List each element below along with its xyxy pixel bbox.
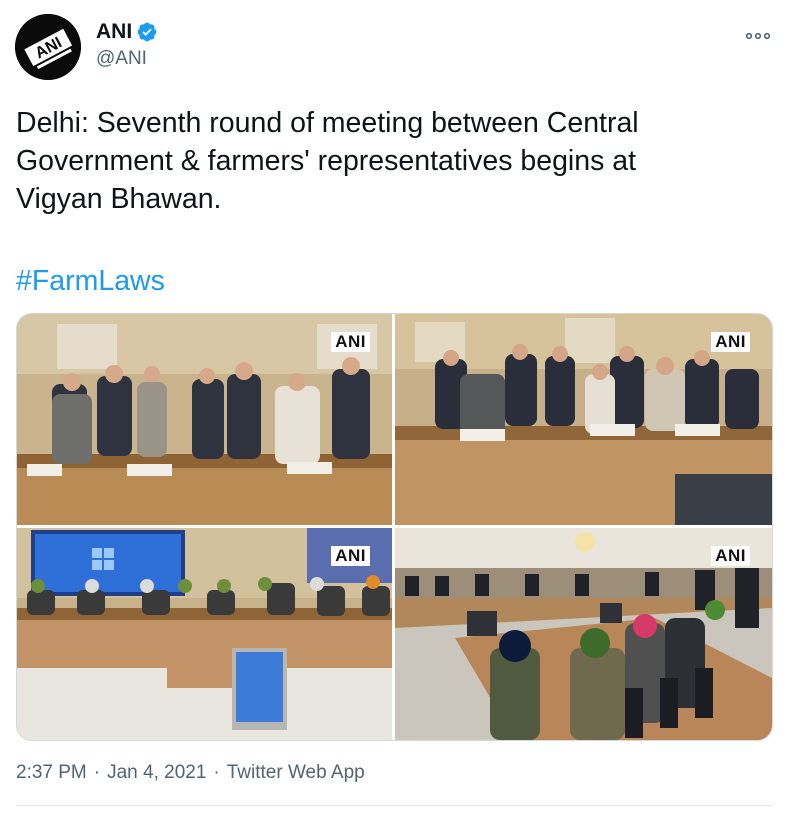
author-name[interactable]: ANI <box>96 20 132 44</box>
tweet-text: Delhi: Seventh round of meeting between … <box>16 107 639 215</box>
ani-logo: ANI <box>15 14 81 80</box>
ani-watermark: ANI <box>711 332 750 352</box>
ani-watermark: ANI <box>331 546 370 566</box>
tweet-meta: 2:37 PM · Jan 4, 2021 · Twitter Web App <box>16 762 365 784</box>
tweet-source[interactable]: Twitter Web App <box>227 762 365 784</box>
author-name-row[interactable]: ANI <box>96 20 158 44</box>
photo-4[interactable]: ANI <box>395 528 772 740</box>
author-handle[interactable]: @ANI <box>96 48 147 70</box>
ani-watermark: ANI <box>331 332 370 352</box>
divider <box>16 805 772 806</box>
hashtag-link[interactable]: #FarmLaws <box>16 262 165 300</box>
verified-icon <box>136 21 158 43</box>
meta-separator: · <box>93 762 101 783</box>
media-grid: ANI ANI ANI ANI <box>16 313 773 741</box>
meta-separator: · <box>213 762 220 783</box>
photo-1[interactable]: ANI <box>17 314 392 525</box>
tweet-date[interactable]: Jan 4, 2021 <box>107 762 206 784</box>
photo-3[interactable]: ANI <box>17 528 392 740</box>
tweet-time[interactable]: 2:37 PM <box>16 762 87 784</box>
avatar[interactable]: ANI <box>15 14 81 80</box>
ani-watermark: ANI <box>711 546 750 566</box>
photo-2[interactable]: ANI <box>395 314 772 525</box>
more-icon[interactable] <box>745 28 771 40</box>
